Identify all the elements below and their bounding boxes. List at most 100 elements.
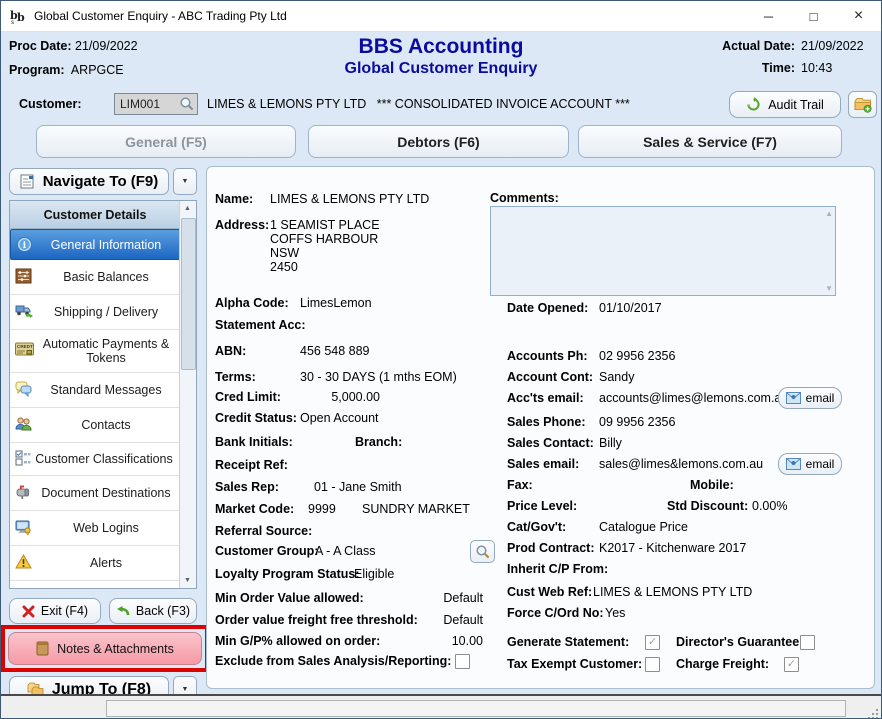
- min-gp-row: Min G/P% allowed on order:10.00: [215, 634, 483, 648]
- comments-scroll-up-icon[interactable]: ▲: [825, 209, 833, 218]
- navigate-to-button[interactable]: Navigate To (F9): [9, 168, 169, 195]
- monitor-key-icon: [15, 519, 33, 537]
- sales-email-label: Sales email:: [507, 457, 599, 471]
- sidebar-item-custom-fields[interactable]: Custom Fields /: [10, 581, 180, 589]
- sales-email-value: sales@limes&lemons.com.au: [599, 457, 763, 471]
- comments-scroll-down-icon[interactable]: ▼: [825, 284, 833, 293]
- back-label: Back (F3): [136, 604, 190, 618]
- tax-freight-check-row: Tax Exempt Customer: Charge Freight: ✓: [507, 657, 863, 671]
- fax-label: Fax:: [507, 478, 533, 492]
- abn-row: ABN:456 548 889: [215, 344, 491, 358]
- time-value: 10:43: [801, 61, 871, 75]
- notes-attachments-button[interactable]: Notes & Attachments: [8, 632, 202, 665]
- referral-source-row: Referral Source:: [215, 524, 491, 538]
- price-discount-row: Price Level:Std Discount:0.00%: [507, 499, 863, 513]
- statement-acc-row: Statement Acc:: [215, 318, 491, 332]
- attachments-folder-button[interactable]: [848, 91, 877, 118]
- sidebar-item-label: Web Logins: [73, 521, 139, 535]
- time-label: Time:: [762, 61, 795, 75]
- customer-note: *** CONSOLIDATED INVOICE ACCOUNT ***: [377, 97, 630, 111]
- window-title: Global Customer Enquiry - ABC Trading Pt…: [34, 9, 287, 23]
- close-button[interactable]: ×: [836, 1, 881, 31]
- sidebar-item-customer-classifications[interactable]: Customer Classifications: [10, 443, 180, 476]
- navigate-dropdown-button[interactable]: ▼: [173, 168, 197, 195]
- back-arrow-icon: [116, 605, 130, 618]
- back-button[interactable]: Back (F3): [109, 598, 197, 624]
- fax-mobile-row: Fax: Mobile:: [507, 478, 863, 492]
- status-bar: [1, 694, 881, 719]
- customer-group-value: A - A Class: [315, 544, 375, 558]
- exclude-checkbox[interactable]: [455, 654, 470, 669]
- charge-freight-label: Charge Freight:: [676, 657, 769, 671]
- customer-search-icon[interactable]: [179, 96, 195, 112]
- tab-debtors[interactable]: Debtors (F6): [308, 125, 569, 158]
- resize-grip[interactable]: [866, 707, 878, 719]
- minimize-button[interactable]: ─: [746, 1, 791, 31]
- cat-govt-label: Cat/Gov't:: [507, 520, 599, 534]
- classification-icon: [15, 450, 33, 468]
- audit-trail-button[interactable]: Audit Trail: [729, 91, 841, 118]
- freight-threshold-label: Order value freight free threshold:: [215, 613, 418, 627]
- email-button-label: email: [806, 391, 835, 405]
- date-opened-row: Date Opened:01/10/2017: [507, 301, 863, 315]
- sidebar-item-label: Standard Messages: [50, 383, 161, 397]
- mobile-label: Mobile:: [690, 478, 734, 492]
- force-cord-row: Force C/Ord No:Yes: [507, 606, 863, 620]
- accts-email-button[interactable]: email: [778, 387, 842, 409]
- tax-exempt-checkbox[interactable]: [645, 657, 660, 672]
- scrollbar-thumb[interactable]: [181, 218, 196, 370]
- tab-general[interactable]: General (F5): [36, 125, 296, 158]
- sidebar: Navigate To (F9) ▼ Customer Details i Ge…: [9, 166, 199, 694]
- sidebar-item-label: Customer Classifications: [35, 452, 173, 466]
- scroll-up-icon[interactable]: ▲: [180, 201, 195, 216]
- exit-label: Exit (F4): [41, 604, 88, 618]
- sidebar-item-automatic-payments[interactable]: CREDT Automatic Payments & Tokens: [10, 330, 180, 373]
- charge-freight-checkbox[interactable]: ✓: [784, 657, 799, 672]
- directors-guarantee-checkbox[interactable]: [800, 635, 815, 650]
- sidebar-item-document-destinations[interactable]: Document Destinations: [10, 476, 180, 511]
- statement-check-row: Generate Statement: ✓ Director's Guarant…: [507, 635, 863, 649]
- truck-icon: [15, 303, 33, 321]
- min-order-row: Min Order Value allowed: Default: [215, 591, 483, 605]
- min-order-label: Min Order Value allowed:: [215, 591, 364, 605]
- sidebar-item-label: Custom Fields /: [63, 589, 150, 590]
- sidebar-item-basic-balances[interactable]: Basic Balances: [10, 260, 180, 295]
- accts-email-value: accounts@limes@lemons.com.a: [599, 391, 779, 405]
- sidebar-item-web-logins[interactable]: Web Logins: [10, 511, 180, 546]
- sidebar-item-label: Basic Balances: [63, 270, 148, 284]
- sidebar-item-alerts[interactable]: Alerts: [10, 546, 180, 581]
- accounts-ph-row: Accounts Ph:02 9956 2356: [507, 349, 863, 363]
- exit-button[interactable]: Exit (F4): [9, 598, 101, 624]
- sales-email-button[interactable]: email: [778, 453, 842, 475]
- notes-attachments-label: Notes & Attachments: [57, 642, 174, 656]
- address-label: Address:: [215, 218, 270, 232]
- min-order-value: Default: [443, 591, 483, 605]
- account-cont-label: Account Cont:: [507, 370, 599, 384]
- sidebar-item-shipping-delivery[interactable]: Shipping / Delivery: [10, 295, 180, 330]
- customer-group-search-button[interactable]: [470, 540, 495, 563]
- market-code-value: 9999: [308, 502, 362, 516]
- cust-web-ref-value: LIMES & LEMONS PTY LTD: [593, 585, 752, 599]
- maximize-button[interactable]: □: [791, 1, 836, 31]
- bank-initials-row: Bank Initials:Branch:: [215, 435, 491, 449]
- envelope-icon: [786, 392, 801, 404]
- customer-code-input[interactable]: LIM001: [114, 93, 198, 115]
- exit-x-icon: [22, 605, 35, 618]
- min-gp-label: Min G/P% allowed on order:: [215, 634, 380, 648]
- comments-box[interactable]: ▲ ▼: [490, 206, 836, 296]
- tab-sales-service[interactable]: Sales & Service (F7): [578, 125, 842, 158]
- sidebar-item-standard-messages[interactable]: Standard Messages: [10, 373, 180, 408]
- market-code-label: Market Code:: [215, 502, 308, 516]
- sidebar-scrollbar[interactable]: ▲ ▼: [179, 201, 196, 588]
- form-icon: [20, 174, 36, 189]
- prod-contract-value: K2017 - Kitchenware 2017: [599, 541, 746, 555]
- accounts-ph-value: 02 9956 2356: [599, 349, 675, 363]
- sidebar-item-contacts[interactable]: Contacts: [10, 408, 180, 443]
- sidebar-item-label: Document Destinations: [41, 486, 170, 500]
- scroll-down-icon[interactable]: ▼: [180, 573, 195, 588]
- sidebar-item-general-information[interactable]: i General Information: [10, 229, 180, 260]
- customer-group-label: Customer Group:: [215, 544, 315, 558]
- app-window: bbs Global Customer Enquiry - ABC Tradin…: [0, 0, 882, 719]
- generate-statement-checkbox[interactable]: ✓: [645, 635, 660, 650]
- freight-threshold-value: Default: [443, 613, 483, 627]
